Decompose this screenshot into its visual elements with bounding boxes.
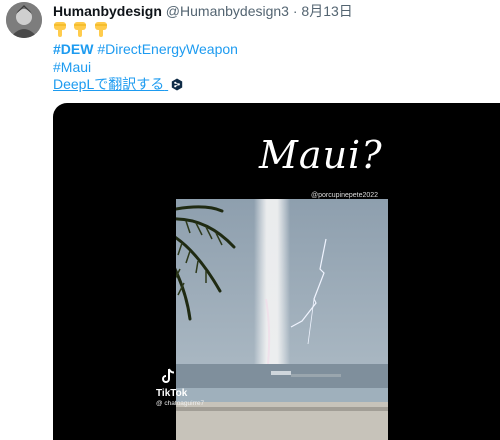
translate-label: DeepLで翻訳する	[53, 76, 165, 92]
point-down-emoji-icon	[94, 22, 107, 37]
user-handle[interactable]: @Humanbydesign3	[166, 3, 289, 19]
hashtag-maui[interactable]: #Maui	[53, 59, 91, 75]
video-overlay-title: Maui?	[259, 133, 383, 177]
hashtags: #DEW #DirectEnergyWeapon #Maui	[53, 40, 238, 76]
display-name[interactable]: Humanbydesign	[53, 3, 162, 19]
tiktok-logo-icon	[162, 368, 175, 383]
tiktok-username: @ chatoaguirre7	[156, 400, 205, 407]
header-separator: ·	[288, 3, 302, 19]
avatar-image	[6, 2, 42, 38]
source-watermark: @porcupinepete2022	[311, 192, 379, 199]
video-frame	[176, 199, 388, 440]
hashtag-direct-energy-weapon[interactable]: #DirectEnergyWeapon	[97, 41, 238, 57]
hashtag-dew[interactable]: #DEW	[53, 41, 93, 57]
translate-link[interactable]: DeepLで翻訳する	[53, 76, 183, 92]
point-down-emoji-icon	[74, 22, 87, 37]
tiktok-watermark: TikTok	[156, 388, 188, 399]
point-down-emoji-icon	[54, 22, 66, 37]
avatar[interactable]	[6, 2, 42, 38]
tweet-date[interactable]: 8月13日	[301, 3, 352, 19]
tweet-header: Humanbydesign @Humanbydesign3 · 8月13日	[53, 3, 353, 19]
deepl-icon	[171, 78, 183, 91]
emoji-row	[53, 21, 110, 39]
video-media[interactable]: Maui? @porcupinepete2022 TikTok @ chatoa…	[53, 103, 500, 440]
